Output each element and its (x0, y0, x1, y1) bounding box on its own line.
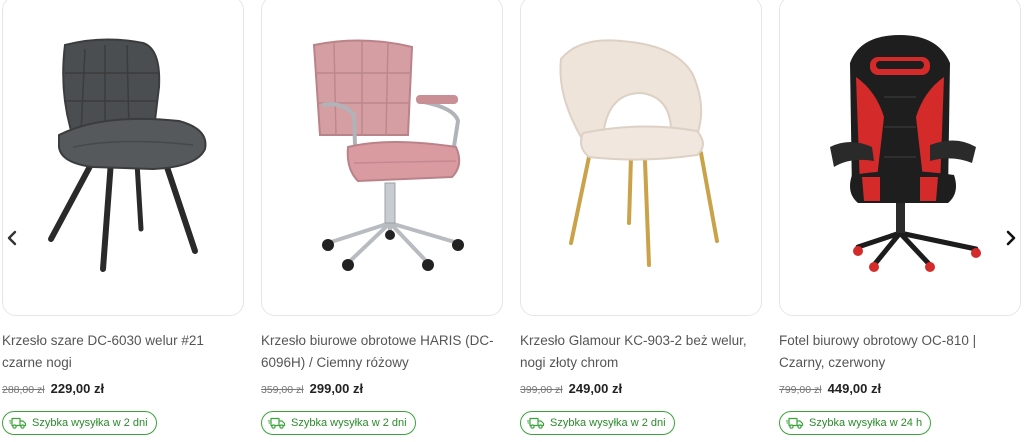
product-title[interactable]: Krzesło szare DC-6030 welur #21 czarne n… (2, 330, 242, 374)
current-price: 249,00 zł (568, 381, 623, 396)
shipping-label: Szybka wysyłka w 2 dni (32, 417, 148, 429)
product-title[interactable]: Krzesło Glamour KC-903-2 beż welur, nogi… (520, 330, 760, 374)
delivery-truck-icon (527, 417, 545, 429)
product-title[interactable]: Krzesło biurowe obrotowe HARIS (DC-6096H… (261, 330, 501, 374)
price-row: 799,00 zł 449,00 zł (779, 381, 881, 396)
grey-velvet-chair-image (48, 38, 207, 272)
shipping-badge: Szybka wysyłka w 2 dni (2, 411, 157, 435)
product-card[interactable]: Krzesło szare DC-6030 welur #21 czarne n… (2, 0, 246, 442)
shipping-label: Szybka wysyłka w 24 h (809, 417, 923, 429)
chevron-left-icon (7, 230, 17, 246)
old-price: 799,00 zł (779, 384, 822, 396)
shipping-label: Szybka wysyłka w 2 dni (291, 417, 407, 429)
delivery-truck-icon (786, 417, 804, 429)
shipping-badge: Szybka wysyłka w 2 dni (520, 411, 675, 435)
product-image[interactable] (779, 0, 1021, 316)
product-card[interactable]: Fotel biurowy obrotowy OC-810 | Czarny, … (779, 0, 1023, 442)
price-row: 359,00 zł 299,00 zł (261, 381, 363, 396)
product-image[interactable] (520, 0, 762, 316)
old-price: 399,00 zł (520, 384, 563, 396)
shipping-badge: Szybka wysyłka w 24 h (779, 411, 932, 435)
delivery-truck-icon (268, 417, 286, 429)
product-card[interactable]: Krzesło Glamour KC-903-2 beż welur, nogi… (520, 0, 764, 442)
shipping-badge: Szybka wysyłka w 2 dni (261, 411, 416, 435)
delivery-truck-icon (9, 417, 27, 429)
product-card[interactable]: Krzesło biurowe obrotowe HARIS (DC-6096H… (261, 0, 505, 442)
old-price: 288,00 zł (2, 384, 45, 396)
price-row: 288,00 zł 229,00 zł (2, 381, 104, 396)
old-price: 359,00 zł (261, 384, 304, 396)
gaming-chair-image (830, 35, 981, 272)
product-title[interactable]: Fotel biurowy obrotowy OC-810 | Czarny, … (779, 330, 1019, 374)
current-price: 449,00 zł (827, 381, 882, 396)
carousel-next-button[interactable] (1001, 226, 1021, 250)
beige-glamour-chair-image (559, 39, 719, 267)
shipping-label: Szybka wysyłka w 2 dni (550, 417, 666, 429)
chevron-right-icon (1006, 230, 1016, 246)
current-price: 229,00 zł (50, 381, 105, 396)
pink-office-chair-image (312, 39, 464, 271)
price-row: 399,00 zł 249,00 zł (520, 381, 622, 396)
product-image[interactable] (261, 0, 503, 316)
product-image[interactable] (2, 0, 244, 316)
current-price: 299,00 zł (309, 381, 364, 396)
carousel-prev-button[interactable] (2, 226, 22, 250)
product-carousel: Krzesło szare DC-6030 welur #21 czarne n… (0, 0, 1024, 442)
